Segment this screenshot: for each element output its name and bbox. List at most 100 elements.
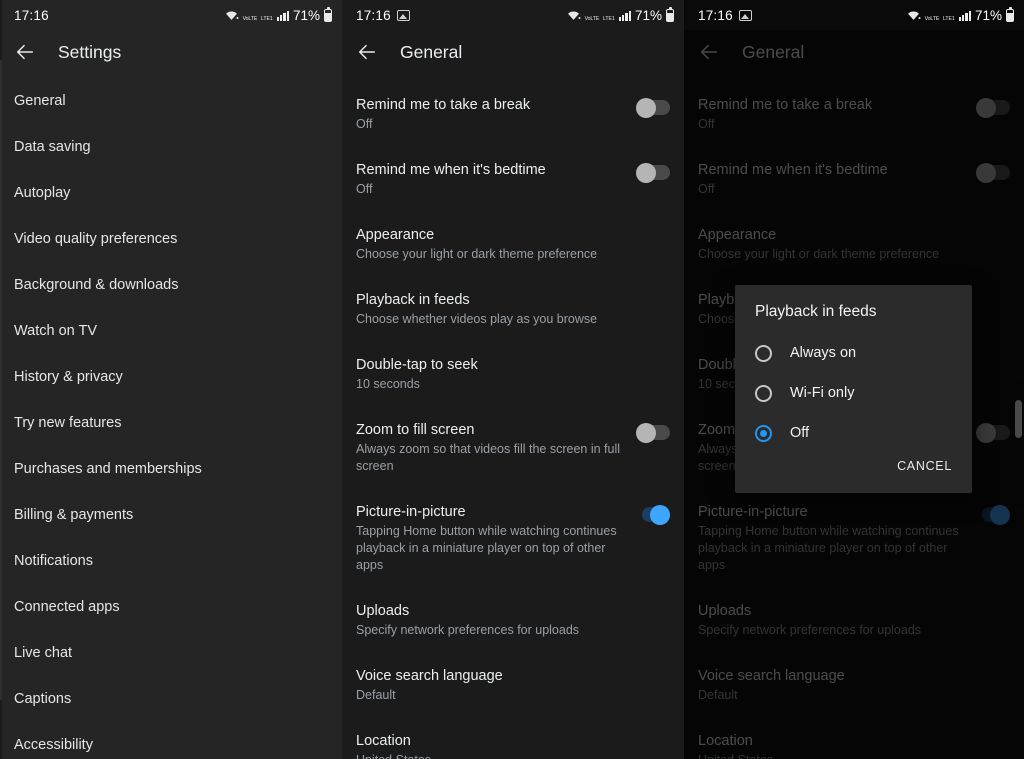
pref-text: Uploads Specify network preferences for … [698,602,964,639]
nav-label: Billing & payments [14,507,134,523]
pref-subtitle: Choose your light or dark theme preferen… [356,247,598,261]
status-bar-panel-3: 17:16 VoLTE LTE1 71% [684,0,1024,30]
pref-control [624,421,670,443]
pref-voice-search-language: Voice search language Default [684,653,1024,718]
pref-subtitle: Off [698,182,715,196]
pref-subtitle: Tapping Home button while watching conti… [698,524,959,572]
page-title: General [742,41,805,62]
pref-zoom-to-fill-screen[interactable]: Zoom to fill screen Always zoom so that … [342,407,684,489]
pref-subtitle: Off [356,117,373,131]
status-bar-panel-1: 17:16 VoLTE LTE1 71% [0,0,342,30]
sidebar-item-notifications[interactable]: Notifications [0,538,342,584]
battery-percent: 71% [974,7,1002,23]
sidebar-item-history-privacy[interactable]: History & privacy [0,354,342,400]
nav-label: Purchases and memberships [14,461,202,477]
panel-general: 17:16 VoLTE LTE1 71% General Remind me t… [342,0,684,759]
sidebar-item-connected-apps[interactable]: Connected apps [0,584,342,630]
pref-subtitle: Choose whether videos play as you browse [356,312,598,326]
pref-title: Double-tap to seek [356,357,478,373]
sidebar-item-video-quality[interactable]: Video quality preferences [0,216,342,262]
sidebar-item-autoplay[interactable]: Autoplay [0,170,342,216]
pref-double-tap-to-seek[interactable]: Double-tap to seek 10 seconds [342,342,684,407]
settings-scroll-rail[interactable] [0,60,2,700]
radio-option-off[interactable]: Off [735,413,972,453]
back-arrow-icon[interactable] [698,41,720,63]
toggle-zoom-to-fill-screen[interactable] [636,422,670,443]
sidebar-item-accessibility[interactable]: Accessibility [0,722,342,759]
pref-title: Playback in feeds [356,292,470,308]
pref-text: Remind me when it's bedtime Off [698,161,964,198]
pref-remind-bedtime[interactable]: Remind me when it's bedtime Off [342,147,684,212]
sidebar-item-captions[interactable]: Captions [0,676,342,722]
toggle-remind-break[interactable] [636,97,670,118]
pref-control [964,226,1010,230]
pref-subtitle: Default [356,688,396,702]
radio-icon-wifi-only[interactable] [755,384,772,402]
sidebar-item-try-new-features[interactable]: Try new features [0,400,342,446]
pref-subtitle: Always zoom so that videos fill the scre… [356,442,621,473]
status-bar-right: VoLTE LTE1 71% [566,6,674,23]
pref-title: Appearance [356,227,435,243]
general-preference-list: Remind me to take a break Off Remind me … [342,74,684,759]
radio-icon-always-on[interactable] [755,344,772,362]
pref-uploads: Uploads Specify network preferences for … [684,588,1024,653]
pref-appearance[interactable]: Appearance Choose your light or dark the… [342,212,684,277]
back-arrow-icon[interactable] [14,41,36,63]
radio-label: Always on [790,345,857,361]
pref-subtitle: Off [356,182,373,196]
nav-label: Autoplay [14,185,71,201]
nav-label: Background & downloads [14,277,179,293]
toggle-remind-bedtime[interactable] [636,162,670,183]
toggle-picture-in-picture[interactable] [636,504,670,525]
nav-label: History & privacy [14,369,123,385]
toggle-remind-bedtime [976,162,1010,183]
back-arrow-icon[interactable] [356,41,378,63]
pref-voice-search-language[interactable]: Voice search language Default [342,653,684,718]
signal-bars-icon [958,10,971,21]
sidebar-item-general[interactable]: General [0,78,342,124]
sidebar-item-purchases-memberships[interactable]: Purchases and memberships [0,446,342,492]
sidebar-item-background-downloads[interactable]: Background & downloads [0,262,342,308]
nav-label: Video quality preferences [14,231,178,247]
pref-remind-break: Remind me to take a break Off [684,82,1024,147]
pref-subtitle: Tapping Home button while watching conti… [356,524,617,572]
pref-title: Zoom to fill screen [356,422,475,438]
pref-subtitle: Default [698,688,738,702]
gallery-icon [738,9,752,21]
page-title: General [400,41,463,62]
pref-picture-in-picture[interactable]: Picture-in-picture Tapping Home button w… [342,489,684,588]
pref-title: Uploads [356,603,410,619]
pref-control [624,96,670,118]
pref-location[interactable]: Location United States [342,718,684,759]
pref-title: Voice search language [356,668,503,684]
radio-icon-off[interactable] [755,424,772,442]
pref-text: Location United States [698,732,964,759]
pref-text: Double-tap to seek 10 seconds [356,356,624,393]
nav-label: Notifications [14,553,93,569]
signal-bars-icon [618,10,631,21]
radio-option-always-on[interactable]: Always on [735,333,972,373]
sidebar-item-data-saving[interactable]: Data saving [0,124,342,170]
volte-icon: VoLTE LTE1 [924,15,955,22]
pref-title: Location [698,733,753,749]
sidebar-item-billing-payments[interactable]: Billing & payments [0,492,342,538]
pref-title: Voice search language [698,668,845,684]
scrollbar-thumb[interactable] [1015,400,1022,438]
pref-remind-break[interactable]: Remind me to take a break Off [342,82,684,147]
pref-playback-in-feeds[interactable]: Playback in feeds Choose whether videos … [342,277,684,342]
pref-text: Picture-in-picture Tapping Home button w… [698,503,964,574]
pref-remind-bedtime: Remind me when it's bedtime Off [684,147,1024,212]
sidebar-item-watch-on-tv[interactable]: Watch on TV [0,308,342,354]
pref-subtitle: Off [698,117,715,131]
status-bar-right: VoLTE LTE1 71% [224,6,332,23]
pref-subtitle: Choose your light or dark theme preferen… [698,247,940,261]
status-time: 17:16 [14,7,49,23]
pref-picture-in-picture: Picture-in-picture Tapping Home button w… [684,489,1024,588]
cancel-button[interactable]: CANCEL [895,453,954,479]
sidebar-item-live-chat[interactable]: Live chat [0,630,342,676]
radio-option-wifi-only[interactable]: Wi-Fi only [735,373,972,413]
dialog-title: Playback in feeds [755,303,877,320]
status-bar-left: 17:16 [698,8,752,23]
pref-uploads[interactable]: Uploads Specify network preferences for … [342,588,684,653]
app-bar-settings: Settings [0,30,342,74]
